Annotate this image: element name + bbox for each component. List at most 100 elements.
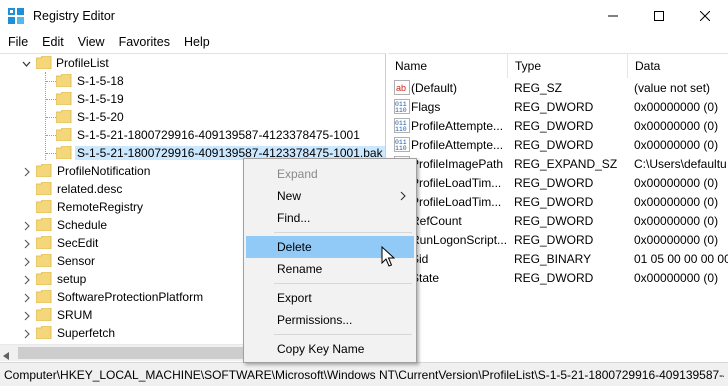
context-menu-copy-key-name[interactable]: Copy Key Name xyxy=(246,338,414,360)
tree-item-label: S-1-5-19 xyxy=(77,92,124,106)
close-icon xyxy=(700,11,710,21)
chevron-right-icon[interactable] xyxy=(22,238,31,249)
tree-item-s-1-5-21-1001[interactable]: S-1-5-21-1800729916-409139587-4123378475… xyxy=(0,126,385,144)
scrollbar-thumb[interactable] xyxy=(18,347,268,359)
menu-favorites[interactable]: Favorites xyxy=(111,32,176,52)
tree-item-label: Schedule xyxy=(57,218,108,232)
menu-item-label: Delete xyxy=(277,240,312,254)
value-row[interactable]: 011 110 ProfileAttempte... REG_DWORD 0x00… xyxy=(388,135,728,154)
menu-edit[interactable]: Edit xyxy=(34,32,70,52)
tree-item-label: SecEdit xyxy=(57,236,99,250)
chevron-right-icon[interactable] xyxy=(22,220,31,231)
chevron-down-icon[interactable] xyxy=(22,58,31,68)
tree-item-s-1-5-19[interactable]: S-1-5-19 xyxy=(0,90,385,108)
value-row[interactable]: ab (Default) REG_SZ (value not set) xyxy=(388,78,728,97)
value-row[interactable]: 011 110 ProfileAttempte... REG_DWORD 0x00… xyxy=(388,116,728,135)
folder-icon xyxy=(55,91,72,106)
tree-item-s-1-5-18[interactable]: S-1-5-18 xyxy=(0,72,385,90)
context-menu-export[interactable]: Export xyxy=(246,287,414,309)
value-type: REG_BINARY xyxy=(514,252,592,266)
folder-icon xyxy=(35,199,52,214)
context-menu-permissions[interactable]: Permissions... xyxy=(246,309,414,331)
value-type: REG_DWORD xyxy=(514,233,594,247)
folder-icon xyxy=(35,307,52,322)
maximize-icon xyxy=(654,11,664,21)
chevron-right-icon[interactable] xyxy=(22,256,31,267)
chevron-right-icon[interactable] xyxy=(22,328,31,339)
chevron-right-icon[interactable] xyxy=(22,292,31,303)
value-data: 0x00000000 (0) xyxy=(634,119,719,133)
value-name: Flags xyxy=(411,100,441,114)
value-type: REG_DWORD xyxy=(514,214,594,228)
value-type: REG_EXPAND_SZ xyxy=(514,157,618,171)
column-header-name[interactable]: Name xyxy=(388,54,508,78)
value-name: State xyxy=(411,271,440,285)
scroll-left-icon[interactable] xyxy=(3,349,9,363)
folder-icon xyxy=(35,271,52,286)
value-data: 0x00000000 (0) xyxy=(634,214,719,228)
chevron-right-icon[interactable] xyxy=(22,274,31,285)
value-name: RunLogonScript... xyxy=(411,233,506,247)
menu-item-label: Export xyxy=(277,291,312,305)
value-name: ProfileAttempte... xyxy=(411,119,504,133)
value-type: REG_DWORD xyxy=(514,100,594,114)
value-name: ProfileImagePath xyxy=(411,157,504,171)
menu-file[interactable]: File xyxy=(0,32,34,52)
tree-item-label: setup xyxy=(57,272,87,286)
svg-text:ab: ab xyxy=(396,83,406,93)
value-type: REG_DWORD xyxy=(514,271,594,285)
value-data: 0x00000000 (0) xyxy=(634,233,719,247)
value-data: (value not set) xyxy=(634,81,711,95)
chevron-right-icon[interactable] xyxy=(22,310,31,321)
tree-item-label: ProfileNotification xyxy=(57,164,151,178)
value-data: 0x00000000 (0) xyxy=(634,100,719,114)
value-row[interactable]: 011110 Sid REG_BINARY 01 05 00 00 00 00 xyxy=(388,249,728,268)
folder-icon xyxy=(35,235,52,250)
folder-icon xyxy=(35,55,52,70)
value-type: REG_SZ xyxy=(514,81,563,95)
minimize-button[interactable] xyxy=(590,0,636,32)
svg-text:110: 110 xyxy=(395,107,407,114)
column-header-type[interactable]: Type xyxy=(508,54,628,78)
folder-icon xyxy=(55,145,72,160)
value-type: REG_DWORD xyxy=(514,195,594,209)
context-menu-new[interactable]: New xyxy=(246,185,414,207)
close-button[interactable] xyxy=(682,0,728,32)
menu-item-label: Expand xyxy=(277,167,318,181)
registry-editor-icon xyxy=(8,8,24,24)
value-row[interactable]: 011110 RefCount REG_DWORD 0x00000000 (0) xyxy=(388,211,728,230)
chevron-right-icon[interactable] xyxy=(22,166,31,177)
tree-item-profilelist[interactable]: ProfileList xyxy=(0,54,385,72)
tree-item-label: related.desc xyxy=(57,182,123,196)
context-menu-expand: Expand xyxy=(246,163,414,185)
value-data: C:\Users\defaultu xyxy=(634,157,727,171)
menu-view[interactable]: View xyxy=(70,32,111,52)
tree-item-label: SRUM xyxy=(57,308,93,322)
value-row[interactable]: 011110 State REG_DWORD 0x00000000 (0) xyxy=(388,268,728,287)
value-row[interactable]: 011110 ProfileLoadTim... REG_DWORD 0x000… xyxy=(388,173,728,192)
value-data: 0x00000000 (0) xyxy=(634,195,719,209)
tree-item-label: ProfileList xyxy=(56,56,109,70)
value-type: REG_DWORD xyxy=(514,119,594,133)
title-bar: Registry Editor xyxy=(0,0,728,32)
value-row[interactable]: 011110 RunLogonScript... REG_DWORD 0x000… xyxy=(388,230,728,249)
tree-item-s-1-5-20[interactable]: S-1-5-20 xyxy=(0,108,385,126)
value-row[interactable]: 011110 ProfileLoadTim... REG_DWORD 0x000… xyxy=(388,192,728,211)
tree-item-label: S-1-5-18 xyxy=(77,74,124,88)
maximize-button[interactable] xyxy=(636,0,682,32)
svg-text:110: 110 xyxy=(395,145,407,152)
value-row[interactable]: ab ProfileImagePath REG_EXPAND_SZ C:\Use… xyxy=(388,154,728,173)
folder-icon xyxy=(35,181,52,196)
values-list[interactable]: Name Type Data ab (Default) REG_SZ (valu… xyxy=(388,53,728,361)
context-menu-find[interactable]: Find... xyxy=(246,207,414,229)
column-header-data[interactable]: Data xyxy=(628,54,728,78)
value-name: Sid xyxy=(411,252,429,266)
value-name: RefCount xyxy=(411,214,462,228)
menu-item-label: Find... xyxy=(277,211,311,225)
menu-separator xyxy=(274,232,412,233)
value-row[interactable]: 011 110 Flags REG_DWORD 0x00000000 (0) xyxy=(388,97,728,116)
menu-item-label: New xyxy=(277,189,302,203)
binary-value-icon: 011110 xyxy=(394,137,410,152)
menu-item-label: Rename xyxy=(277,262,323,276)
menu-help[interactable]: Help xyxy=(176,32,216,52)
